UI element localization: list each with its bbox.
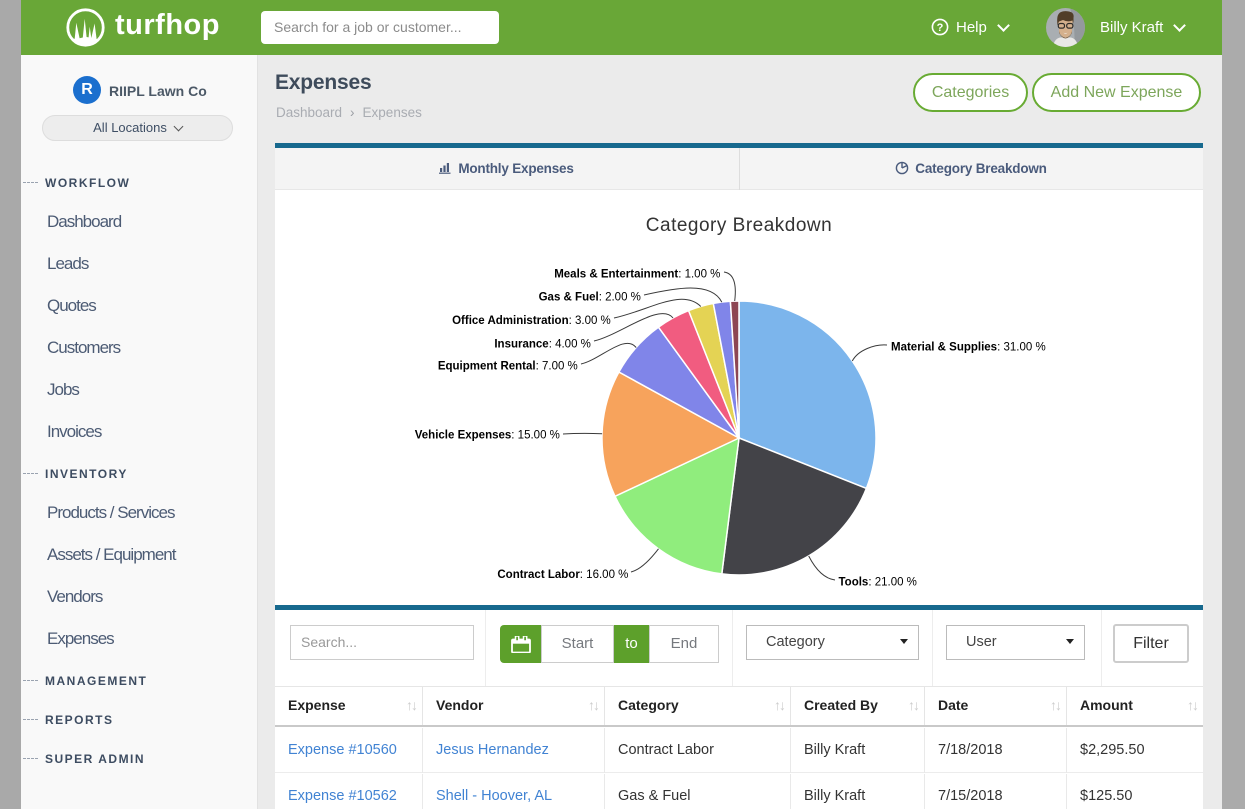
- svg-text:Material & Supplies: 31.00 %: Material & Supplies: 31.00 %: [891, 341, 1046, 353]
- svg-text:Vehicle Expenses: 15.00 %: Vehicle Expenses: 15.00 %: [415, 429, 560, 441]
- svg-text:Equipment Rental: 7.00 %: Equipment Rental: 7.00 %: [438, 361, 578, 373]
- svg-text:Insurance: 4.00 %: Insurance: 4.00 %: [494, 338, 591, 350]
- svg-text:Gas & Fuel: 2.00 %: Gas & Fuel: 2.00 %: [539, 292, 641, 304]
- svg-text:Tools: 21.00 %: Tools: 21.00 %: [839, 577, 917, 589]
- svg-text:?: ?: [937, 22, 944, 34]
- svg-text:Office Administration: 3.00 %: Office Administration: 3.00 %: [452, 315, 611, 327]
- svg-text:Contract Labor: 16.00 %: Contract Labor: 16.00 %: [497, 569, 628, 581]
- svg-text:Meals & Entertainment: 1.00 %: Meals & Entertainment: 1.00 %: [554, 269, 720, 281]
